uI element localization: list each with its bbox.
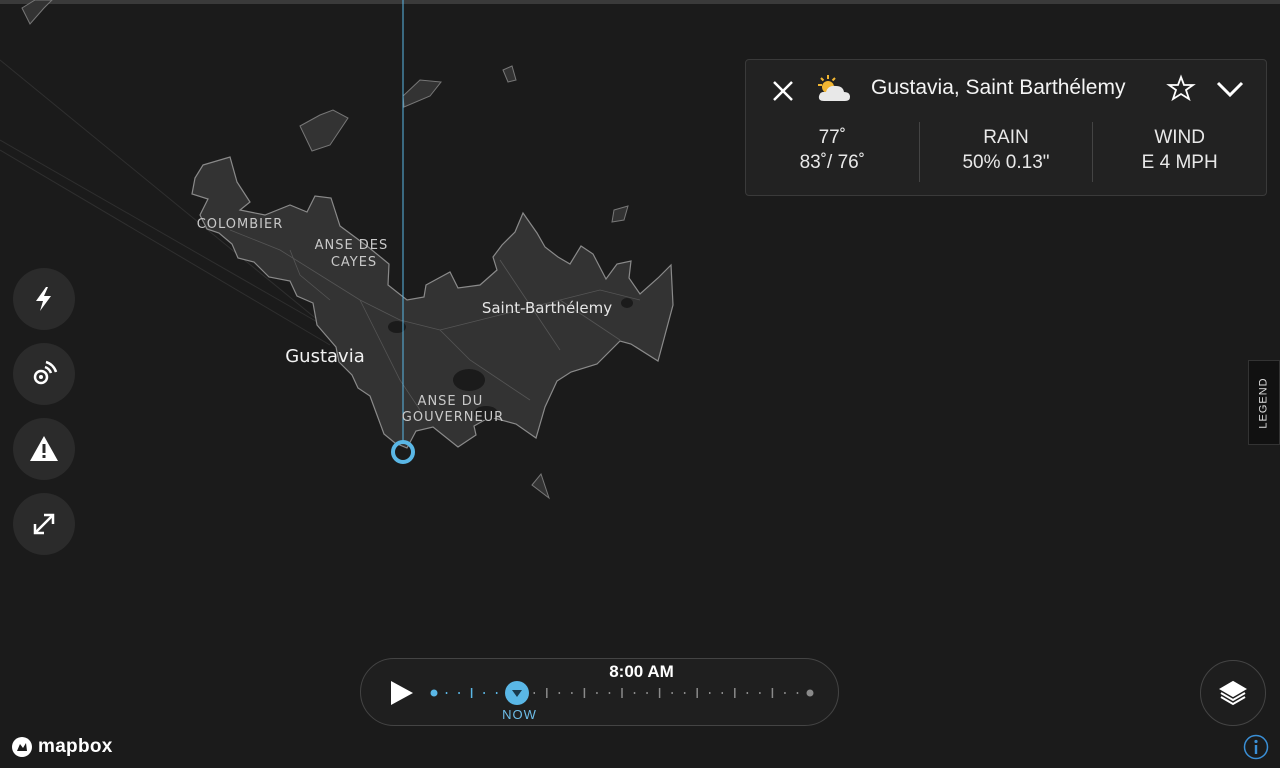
timeline-tick	[796, 692, 799, 694]
timeline-tick	[608, 692, 611, 694]
timeline-now-handle[interactable]	[505, 681, 529, 705]
timeline-tick	[734, 688, 736, 698]
lightning-button[interactable]	[13, 268, 75, 330]
timeline-tick	[746, 692, 749, 694]
timeline-tick	[470, 688, 473, 698]
alerts-button[interactable]	[13, 418, 75, 480]
timeline-tick	[533, 692, 536, 694]
mapbox-mark-icon	[12, 737, 32, 757]
close-icon[interactable]	[768, 76, 798, 106]
chevron-down-icon[interactable]	[1214, 76, 1246, 102]
radar-button[interactable]	[13, 343, 75, 405]
timeline-tick	[759, 692, 761, 694]
timeline-tick	[546, 688, 548, 698]
timeline-tick	[696, 688, 698, 698]
timeline-tick	[633, 692, 636, 694]
rain-value: 50% 0.13"	[962, 152, 1050, 173]
timeline-tick	[483, 692, 485, 694]
timeline-tick	[583, 688, 586, 698]
timeline-tick	[708, 692, 711, 694]
timeline-tick	[784, 692, 786, 694]
timeline-tick	[771, 688, 774, 698]
legend-label: LEGEND	[1258, 376, 1270, 429]
label-colombier: COLOMBIER	[197, 217, 284, 232]
label-saint-barthelemy: Saint-Barthélemy	[482, 299, 612, 317]
location-weather-panel: Gustavia, Saint Barthélemy 77˚ 83˚/ 76˚ …	[745, 59, 1267, 196]
label-gustavia: Gustavia	[285, 346, 365, 367]
mapbox-wordmark: mapbox	[38, 736, 113, 757]
timeline-tick	[458, 692, 460, 694]
rain-stat: RAIN 50% 0.13"	[918, 122, 1093, 182]
timeline-player: 8:00 AM NOW	[360, 658, 839, 726]
high-low-temperature: 83˚/ 76˚	[799, 152, 866, 173]
panel-header: Gustavia, Saint Barthélemy	[746, 60, 1266, 118]
timeline-tick	[721, 692, 724, 694]
mapbox-logo[interactable]: mapbox	[11, 735, 113, 759]
timeline-tick	[646, 692, 648, 694]
timeline-tick	[683, 692, 686, 694]
warning-triangle-icon	[30, 436, 58, 461]
weather-stats: 77˚ 83˚/ 76˚ RAIN 50% 0.13" WIND E 4 MPH	[746, 122, 1266, 182]
layers-icon	[1219, 680, 1247, 706]
timeline-tick	[658, 688, 661, 698]
wind-label: WIND	[1154, 127, 1205, 148]
timeline-end-dot	[806, 689, 814, 697]
timeline-tick	[671, 692, 673, 694]
timeline-tick	[596, 692, 598, 694]
expand-arrows-icon	[33, 513, 55, 535]
timeline-tick	[445, 692, 448, 694]
timeline-track[interactable]	[361, 659, 840, 727]
legend-tab[interactable]: LEGEND	[1248, 360, 1280, 445]
location-title: Gustavia, Saint Barthélemy	[871, 76, 1126, 99]
timeline-tick	[495, 692, 498, 694]
rain-label: RAIN	[983, 127, 1029, 148]
wind-value: E 4 MPH	[1141, 152, 1218, 173]
timeline-start-dot	[430, 689, 438, 697]
wind-stat: WIND E 4 MPH	[1092, 122, 1266, 182]
radar-signal-icon	[33, 360, 58, 385]
layers-button[interactable]	[1200, 660, 1266, 726]
lightning-bolt-icon	[36, 287, 51, 311]
favorite-star-icon[interactable]	[1166, 73, 1196, 103]
now-label: NOW	[502, 707, 537, 722]
info-icon[interactable]	[1243, 734, 1269, 760]
timeline-tick	[621, 688, 623, 698]
partly-cloudy-icon	[818, 75, 850, 101]
temperature-stat: 77˚ 83˚/ 76˚	[746, 122, 919, 182]
current-temperature: 77˚	[818, 127, 847, 148]
expand-button[interactable]	[13, 493, 75, 555]
timeline-tick	[571, 692, 573, 694]
timeline-tick	[558, 692, 561, 694]
